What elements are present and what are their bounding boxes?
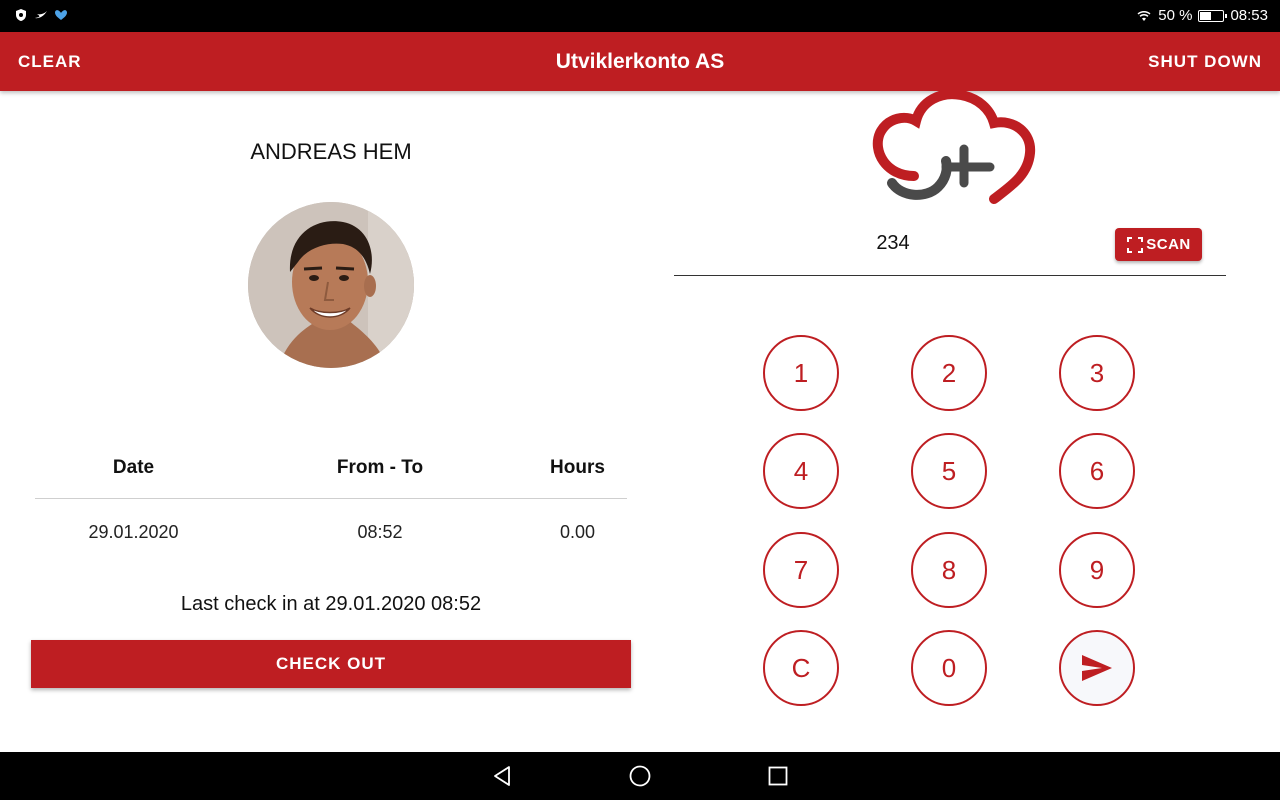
pin-field[interactable]: 234 SCAN bbox=[674, 222, 1226, 276]
key-6[interactable]: 6 bbox=[1059, 433, 1135, 509]
app-bar: CLEAR Utviklerkonto AS SHUT DOWN bbox=[0, 32, 1280, 91]
clock: 08:53 bbox=[1230, 7, 1268, 24]
wifi-icon bbox=[1137, 10, 1151, 21]
shield-icon bbox=[16, 9, 26, 21]
last-check-in-text: Last check in at 29.01.2020 08:52 bbox=[180, 593, 482, 615]
key-7[interactable]: 7 bbox=[763, 532, 839, 608]
table-header: Date From - To Hours bbox=[35, 451, 627, 499]
key-4[interactable]: 4 bbox=[763, 433, 839, 509]
employee-panel: ANDREAS HEM Date From - To Hours 29.01.2… bbox=[0, 91, 662, 752]
company-logo-icon bbox=[872, 91, 1036, 204]
send-icon bbox=[1082, 655, 1112, 681]
employee-name: ANDREAS HEM bbox=[250, 139, 412, 164]
key-clear[interactable]: C bbox=[763, 630, 839, 706]
time-entries-table: Date From - To Hours 29.01.2020 08:52 0.… bbox=[35, 451, 627, 565]
pin-value: 234 bbox=[876, 232, 910, 254]
row-hours: 0.00 bbox=[559, 521, 596, 542]
key-8[interactable]: 8 bbox=[911, 532, 987, 608]
scan-label: SCAN bbox=[1146, 236, 1191, 253]
check-out-button[interactable]: CHECK OUT bbox=[31, 640, 631, 688]
avatar-photo bbox=[248, 202, 414, 368]
battery-percent: 50 % bbox=[1158, 7, 1193, 24]
back-triangle-icon[interactable] bbox=[490, 764, 514, 788]
battery-level bbox=[1200, 11, 1212, 20]
recents-square-icon[interactable] bbox=[766, 764, 790, 788]
key-3[interactable]: 3 bbox=[1059, 335, 1135, 411]
key-9[interactable]: 9 bbox=[1059, 532, 1135, 608]
status-bar-notifications bbox=[14, 8, 68, 22]
home-circle-icon[interactable] bbox=[628, 764, 652, 788]
swift-bird-icon bbox=[35, 11, 47, 19]
key-0[interactable]: 0 bbox=[911, 630, 987, 706]
app-screen: 50 % 08:53 CLEAR Utviklerkonto AS SHUT D… bbox=[0, 0, 1280, 800]
row-from-to: 08:52 bbox=[357, 521, 403, 542]
header-date: Date bbox=[112, 457, 155, 478]
company-title: Utviklerkonto AS bbox=[555, 50, 725, 73]
key-2[interactable]: 2 bbox=[911, 335, 987, 411]
heart-hands-icon bbox=[55, 10, 67, 20]
employee-avatar bbox=[248, 202, 414, 368]
shut-down-button[interactable]: SHUT DOWN bbox=[1148, 32, 1262, 91]
table-row: 29.01.2020 08:52 0.00 bbox=[35, 499, 627, 565]
scan-button[interactable]: SCAN bbox=[1115, 228, 1202, 261]
status-bar: 50 % 08:53 bbox=[0, 0, 1280, 32]
battery-icon bbox=[1198, 9, 1228, 22]
key-1[interactable]: 1 bbox=[763, 335, 839, 411]
header-from-to: From - To bbox=[336, 457, 424, 478]
scan-frame-icon bbox=[1127, 236, 1144, 253]
status-bar-system: 50 % 08:53 bbox=[1136, 7, 1268, 24]
row-date: 29.01.2020 bbox=[88, 521, 179, 542]
navigation-bar bbox=[0, 752, 1280, 800]
header-hours: Hours bbox=[550, 457, 605, 478]
submit-button[interactable] bbox=[1059, 630, 1135, 706]
key-5[interactable]: 5 bbox=[911, 433, 987, 509]
